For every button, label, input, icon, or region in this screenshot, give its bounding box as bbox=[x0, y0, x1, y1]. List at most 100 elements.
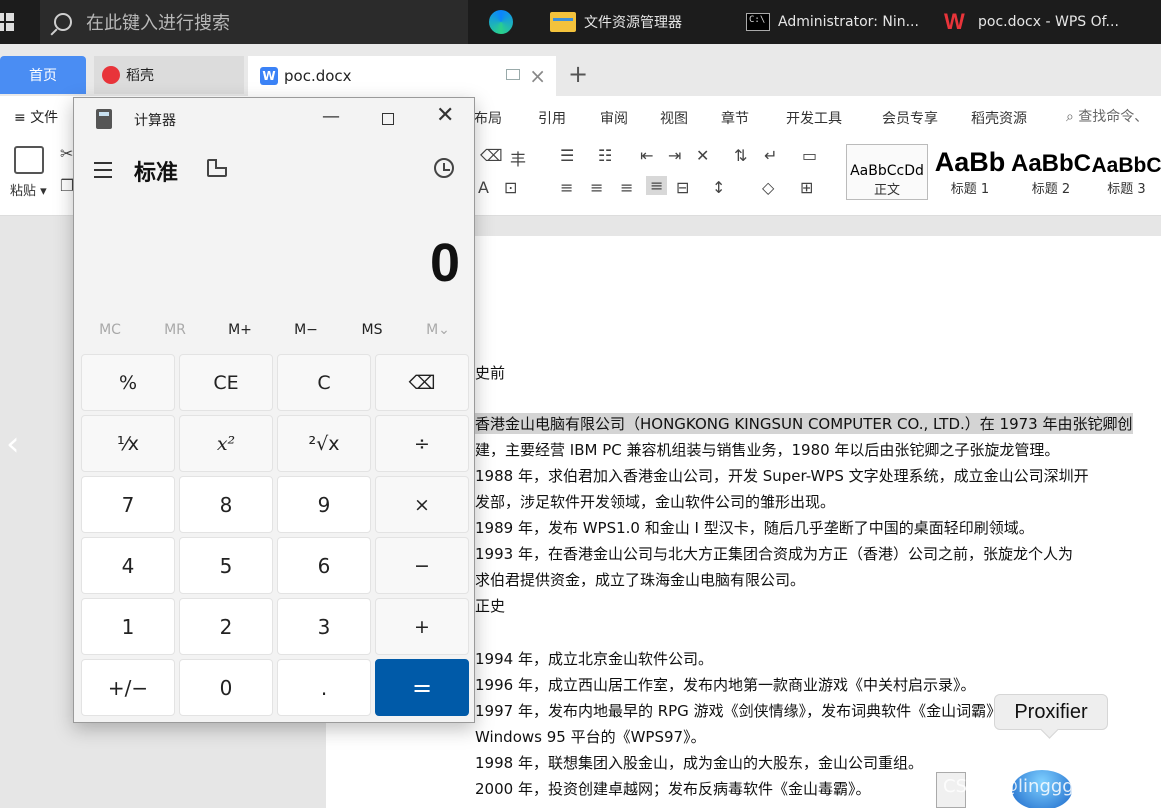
taskbar-edge[interactable] bbox=[486, 0, 516, 44]
divide-key[interactable]: ÷ bbox=[375, 415, 469, 472]
menu-icon[interactable] bbox=[94, 162, 112, 183]
history-icon[interactable] bbox=[434, 158, 454, 178]
maximize-button[interactable] bbox=[382, 113, 394, 125]
tab-home[interactable]: 首页 bbox=[0, 56, 86, 94]
memory-recall-button[interactable]: MR bbox=[147, 322, 203, 338]
tab-daoke[interactable]: 稻壳 bbox=[94, 56, 244, 94]
increase-indent-icon[interactable]: ⇥ bbox=[668, 146, 681, 165]
negate-key[interactable]: +/− bbox=[81, 659, 175, 716]
subtract-key[interactable]: − bbox=[375, 537, 469, 594]
new-tab-button[interactable]: + bbox=[568, 60, 588, 88]
tab-label: 稻壳 bbox=[126, 68, 154, 84]
style-normal[interactable]: AaBbCcDd 正文 bbox=[846, 144, 928, 200]
show-marks-icon[interactable]: ↵ bbox=[764, 146, 777, 165]
digit-7-key[interactable]: 7 bbox=[81, 476, 175, 533]
align-left-icon[interactable]: ≡ bbox=[560, 178, 573, 197]
edge-icon bbox=[486, 7, 516, 37]
tab-document[interactable]: W poc.docx × bbox=[248, 56, 556, 96]
menu-chapter[interactable]: 章节 bbox=[721, 108, 749, 128]
close-button[interactable]: ✕ bbox=[436, 103, 454, 128]
digit-8-key[interactable]: 8 bbox=[179, 476, 273, 533]
memory-add-button[interactable]: M+ bbox=[212, 322, 268, 338]
taskbar-file-explorer[interactable]: 文件资源管理器 bbox=[550, 0, 682, 44]
memory-clear-button[interactable]: MC bbox=[82, 322, 138, 338]
borders-icon[interactable]: ⊞ bbox=[800, 178, 813, 197]
digit-0-key[interactable]: 0 bbox=[179, 659, 273, 716]
style-preview: AaBbC bbox=[1011, 150, 1092, 177]
menu-layout[interactable]: 布局 bbox=[474, 108, 502, 128]
taskbar-item-label: 文件资源管理器 bbox=[584, 15, 682, 31]
chinese-layout-icon[interactable]: ✕ bbox=[696, 146, 709, 165]
justify-icon[interactable]: ≡ bbox=[646, 176, 668, 195]
terminal-icon: C:\ bbox=[746, 13, 770, 31]
square-root-key[interactable]: ²√x bbox=[277, 415, 371, 472]
pinyin-icon[interactable]: 丰 bbox=[510, 146, 526, 170]
reciprocal-key[interactable]: ¹⁄x bbox=[81, 415, 175, 472]
decimal-key[interactable]: . bbox=[277, 659, 371, 716]
taskbar-terminal[interactable]: C:\ Administrator: Nin... bbox=[746, 0, 919, 44]
paste-button-label[interactable]: 粘贴 ▾ bbox=[10, 180, 47, 199]
numbered-list-icon[interactable]: ☷ bbox=[598, 146, 612, 165]
menu-view[interactable]: 视图 bbox=[660, 108, 688, 128]
taskbar-wps[interactable]: W poc.docx - WPS Of... bbox=[944, 0, 1119, 44]
daoke-icon bbox=[102, 66, 120, 84]
cut-icon[interactable]: ✂ bbox=[60, 144, 73, 163]
memory-list-button[interactable]: M⌄ bbox=[410, 322, 466, 338]
style-heading-2[interactable]: AaBbC 标题 2 bbox=[1011, 144, 1092, 200]
start-button[interactable] bbox=[0, 0, 38, 44]
menu-file[interactable]: ≡ 文件 bbox=[14, 107, 58, 127]
digit-1-key[interactable]: 1 bbox=[81, 598, 175, 655]
chevron-left-icon[interactable]: ‹ bbox=[6, 424, 20, 464]
align-right-icon[interactable]: ≡ bbox=[620, 178, 633, 197]
style-heading-1[interactable]: AaBb 标题 1 bbox=[930, 144, 1010, 200]
digit-5-key[interactable]: 5 bbox=[179, 537, 273, 594]
folder-icon bbox=[550, 12, 576, 32]
add-key[interactable]: + bbox=[375, 598, 469, 655]
command-search[interactable]: ⌕ 查找命令、 bbox=[1066, 106, 1148, 126]
calculator-title: 计算器 bbox=[134, 113, 176, 129]
memory-subtract-button[interactable]: M− bbox=[278, 322, 334, 338]
percent-key[interactable]: % bbox=[81, 354, 175, 411]
sort-icon[interactable]: ⇅ bbox=[734, 146, 747, 165]
memory-store-button[interactable]: MS bbox=[344, 322, 400, 338]
menu-review[interactable]: 审阅 bbox=[600, 108, 628, 128]
menu-member[interactable]: 会员专享 bbox=[882, 108, 938, 128]
digit-6-key[interactable]: 6 bbox=[277, 537, 371, 594]
font-color-icon[interactable]: A bbox=[478, 178, 489, 197]
backspace-key[interactable]: ⌫ bbox=[375, 354, 469, 411]
menu-daoke-resources[interactable]: 稻壳资源 bbox=[971, 108, 1027, 128]
equals-key[interactable]: = bbox=[375, 659, 469, 716]
doc-line: 1998 年，联想集团入股金山，成为金山的大股东，金山公司重组。 bbox=[475, 754, 923, 772]
eraser-icon[interactable]: ⌫ bbox=[480, 146, 503, 165]
style-heading-3[interactable]: AaBbC 标题 3 bbox=[1092, 144, 1161, 200]
wps-icon: W bbox=[944, 9, 965, 34]
monitor-icon[interactable] bbox=[506, 69, 520, 80]
line-spacing-icon[interactable]: ↕ bbox=[712, 178, 725, 197]
minimize-button[interactable]: — bbox=[322, 106, 340, 127]
close-tab-icon[interactable]: × bbox=[529, 64, 546, 88]
digit-4-key[interactable]: 4 bbox=[81, 537, 175, 594]
decrease-indent-icon[interactable]: ⇤ bbox=[640, 146, 653, 165]
calculator-window: 计算器 — ✕ 标准 0 MC MR M+ M− MS M⌄ % CE C ⌫ … bbox=[73, 97, 475, 723]
menu-references[interactable]: 引用 bbox=[538, 108, 566, 128]
taskbar-search[interactable]: 在此键入进行搜索 bbox=[40, 0, 468, 44]
menu-developer[interactable]: 开发工具 bbox=[786, 108, 842, 128]
digit-9-key[interactable]: 9 bbox=[277, 476, 371, 533]
distribute-icon[interactable]: ⊟ bbox=[676, 178, 689, 197]
ruler-icon[interactable]: ▭ bbox=[802, 146, 817, 165]
keep-on-top-icon[interactable] bbox=[207, 159, 227, 177]
char-border-icon[interactable]: ⊡ bbox=[504, 178, 517, 197]
bullet-list-icon[interactable]: ☰ bbox=[560, 146, 574, 165]
clear-entry-key[interactable]: CE bbox=[179, 354, 273, 411]
paste-icon[interactable] bbox=[14, 146, 44, 174]
doc-heading: 史前 bbox=[475, 364, 506, 382]
square-key[interactable]: x² bbox=[179, 415, 273, 472]
shading-icon[interactable]: ◇ bbox=[762, 178, 774, 197]
digit-2-key[interactable]: 2 bbox=[179, 598, 273, 655]
digit-3-key[interactable]: 3 bbox=[277, 598, 371, 655]
doc-line: 2000 年，投资创建卓越网；发布反病毒软件《金山毒霸》。 bbox=[475, 780, 871, 798]
align-center-icon[interactable]: ≡ bbox=[590, 178, 603, 197]
multiply-key[interactable]: × bbox=[375, 476, 469, 533]
calculator-display: 0 bbox=[429, 233, 460, 293]
clear-key[interactable]: C bbox=[277, 354, 371, 411]
